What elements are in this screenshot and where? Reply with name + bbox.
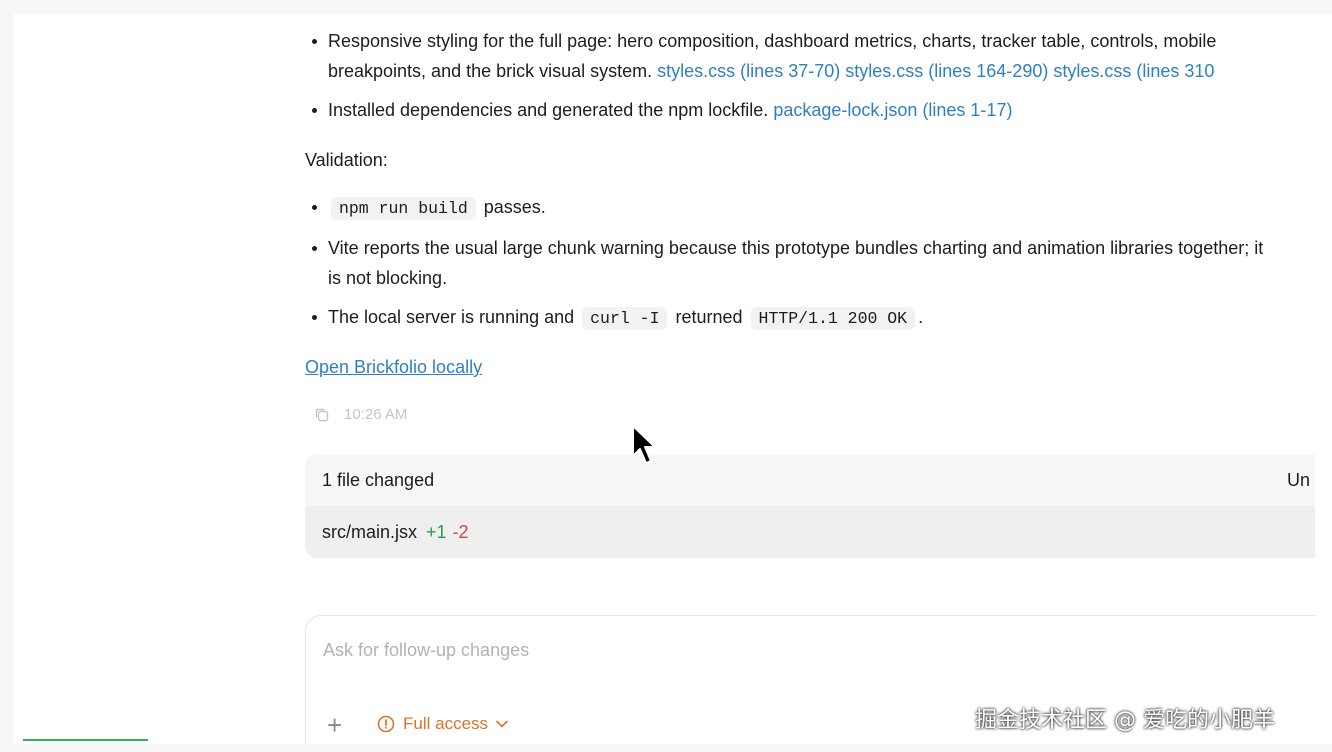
warning-icon — [377, 715, 395, 733]
chat-content: Responsive styling for the full page: he… — [305, 14, 1315, 744]
mouse-pointer-icon — [632, 425, 656, 464]
chevron-down-icon — [496, 720, 508, 728]
list-item: Installed dependencies and generated the… — [305, 95, 1216, 125]
list-item: The local server is running and curl -I … — [305, 302, 1263, 334]
inline-code: curl -I — [582, 307, 668, 330]
app-window: Responsive styling for the full page: he… — [14, 14, 1332, 744]
access-label: Full access — [403, 714, 489, 733]
access-dropdown[interactable]: Full access — [377, 714, 516, 734]
follow-up-input[interactable]: Ask for follow-up changes — [323, 640, 529, 661]
timestamp: 10:26 AM — [344, 406, 408, 423]
copy-icon[interactable] — [314, 407, 330, 423]
progress-bar — [23, 739, 148, 741]
message-meta: 10:26 AM — [314, 406, 407, 423]
file-name: src/main.jsx — [322, 521, 418, 542]
plus-icon[interactable]: + — [327, 712, 342, 738]
watermark: 掘金技术社区 @ 爱吃的小肥羊 — [975, 708, 1275, 733]
validation-heading: Validation: — [305, 150, 388, 170]
files-changed-card: 1 file changed Un src/main.jsx +1 -2 — [305, 454, 1315, 558]
undo-button[interactable]: Un — [1287, 470, 1310, 491]
inline-code: npm run build — [331, 197, 476, 220]
file-link[interactable]: styles.css (lines 310 — [1053, 61, 1214, 81]
file-link[interactable]: styles.css (lines 164-290) — [845, 61, 1048, 81]
validation-list: npm run build passes. Vite reports the u… — [305, 192, 1263, 343]
deletions-count: -2 — [452, 521, 469, 542]
list-item: Vite reports the usual large chunk warni… — [305, 233, 1263, 293]
files-changed-title: 1 file changed — [322, 469, 435, 490]
list-item: npm run build passes. — [305, 192, 1263, 224]
additions-count: +1 — [426, 521, 447, 542]
changed-file-row[interactable]: src/main.jsx +1 -2 — [305, 506, 1315, 558]
files-changed-header[interactable]: 1 file changed Un — [305, 454, 1315, 506]
summary-list: Responsive styling for the full page: he… — [305, 26, 1216, 134]
file-link[interactable]: package-lock.json (lines 1-17) — [773, 100, 1012, 120]
open-local-link[interactable]: Open Brickfolio locally — [305, 357, 482, 378]
inline-code: HTTP/1.1 200 OK — [750, 307, 916, 330]
file-link[interactable]: styles.css (lines 37-70) — [657, 61, 840, 81]
list-item: Responsive styling for the full page: he… — [305, 26, 1216, 86]
